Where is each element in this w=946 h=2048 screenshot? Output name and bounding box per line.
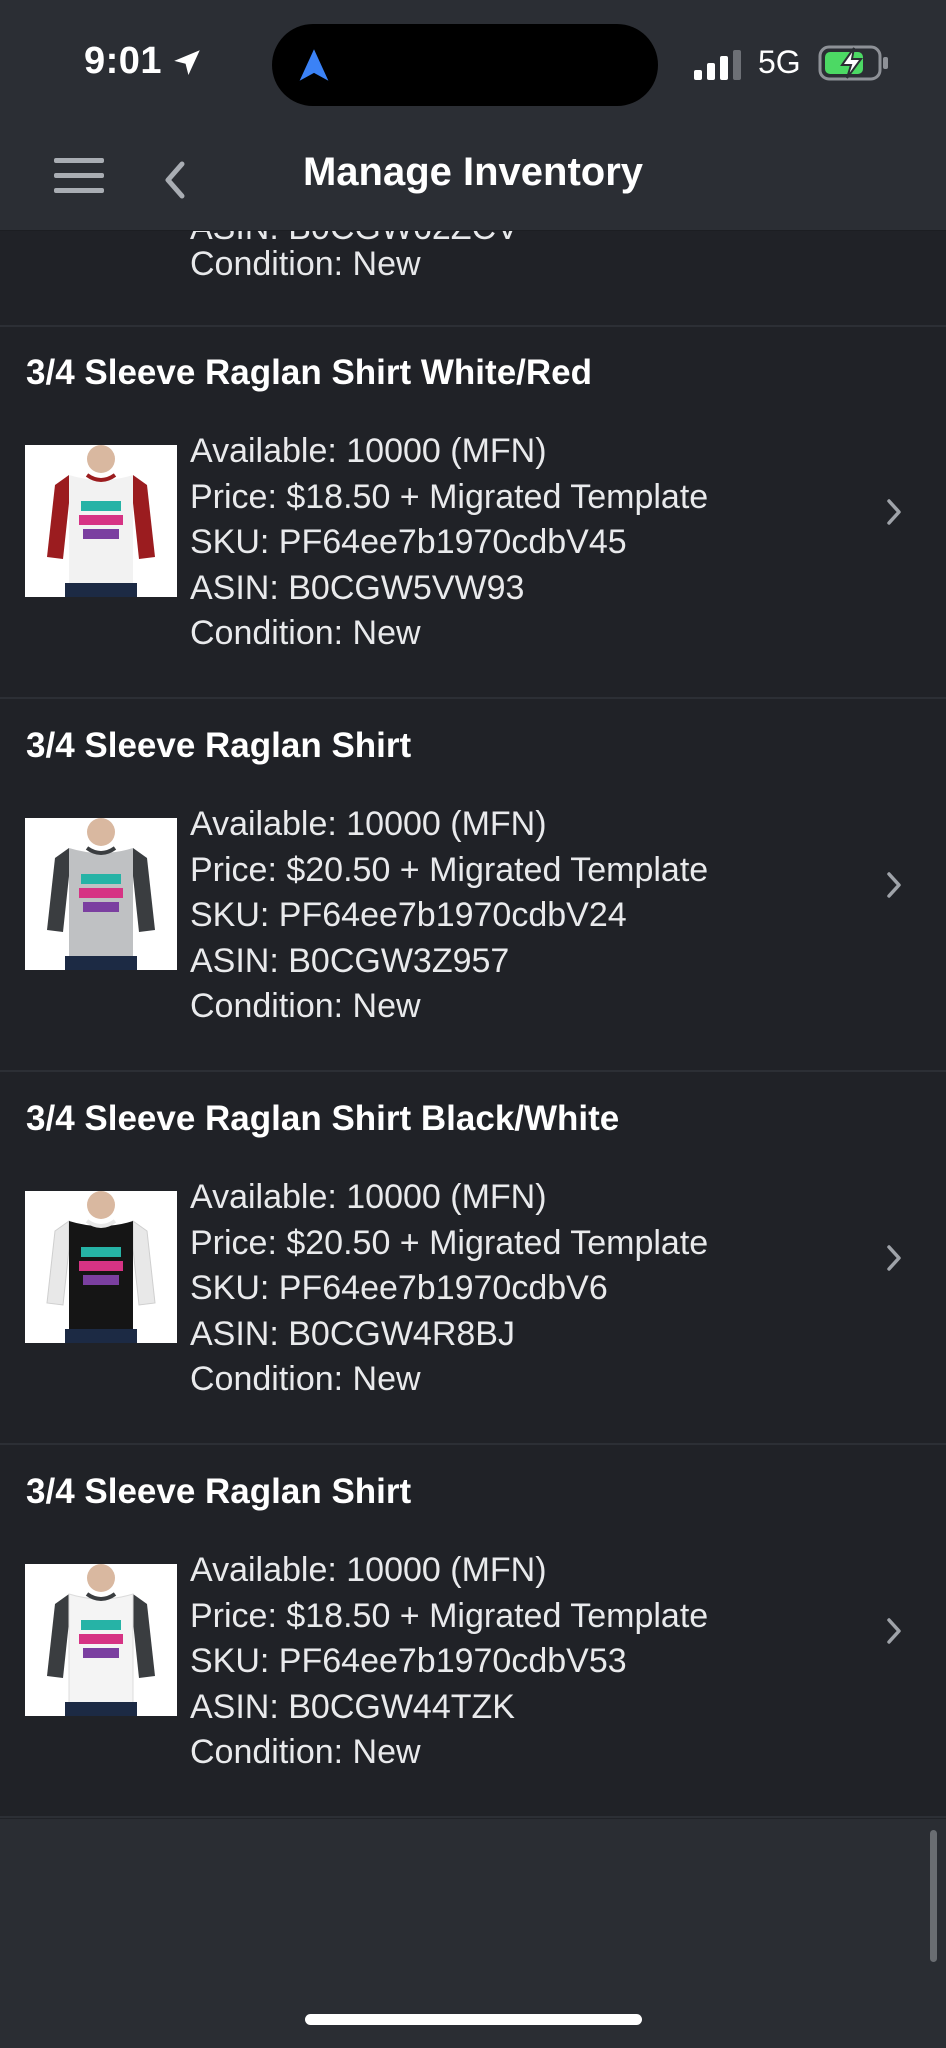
- item-sku: SKU: PF64ee7b1970cdbV53: [190, 1642, 627, 1680]
- item-title: 3/4 Sleeve Raglan Shirt Black/White: [26, 1099, 620, 1138]
- shirt-image: [25, 1191, 177, 1343]
- scrollbar[interactable]: [930, 1830, 937, 1962]
- shirt-image: [25, 445, 177, 597]
- item-available: Available: 10000 (MFN): [190, 1551, 547, 1589]
- item-asin: ASIN: B0CGW44TZK: [190, 1687, 515, 1726]
- item-details: Available: 10000 (MFN) Price: $18.50 + M…: [190, 429, 708, 657]
- item-asin: ASIN: B0CGW3Z957: [190, 941, 510, 980]
- chevron-right-icon: [887, 872, 901, 898]
- item-title: 3/4 Sleeve Raglan Shirt: [26, 726, 412, 765]
- item-available: Available: 10000 (MFN): [190, 805, 547, 843]
- list-item[interactable]: 3/4 Sleeve Raglan Shirt White/Red Availa…: [0, 325, 946, 699]
- item-available: Available: 10000 (MFN): [190, 1178, 547, 1216]
- chevron-right-icon: [887, 1245, 901, 1271]
- list-item-partial[interactable]: ASIN: B0CGW62ZCV Condition: New: [0, 231, 946, 327]
- item-sku: SKU: PF64ee7b1970cdbV24: [190, 896, 627, 934]
- page-title: Manage Inventory: [302, 150, 644, 194]
- product-thumbnail: [25, 818, 177, 970]
- item-title: 3/4 Sleeve Raglan Shirt: [26, 1472, 412, 1511]
- inventory-list: ASIN: B0CGW62ZCV Condition: New 3/4 Slee…: [0, 231, 946, 1819]
- item-details: Available: 10000 (MFN) Price: $20.50 + M…: [190, 802, 708, 1030]
- item-available: Available: 10000 (MFN): [190, 432, 547, 470]
- item-condition: Condition: New: [190, 1733, 421, 1771]
- item-price: Price: $20.50 + Migrated Template: [190, 1223, 709, 1262]
- item-condition: Condition: New: [190, 1360, 421, 1398]
- network-type: 5G: [758, 44, 801, 80]
- location-arrow-icon: [174, 50, 200, 76]
- chevron-right-icon: [887, 499, 901, 525]
- signal-strength-icon: [694, 50, 741, 80]
- item-details: Available: 10000 (MFN) Price: $20.50 + M…: [190, 1175, 708, 1403]
- list-item[interactable]: 3/4 Sleeve Raglan Shirt Available: 10000…: [0, 698, 946, 1072]
- item-condition: Condition: New: [190, 614, 421, 652]
- status-time: 9:01: [84, 40, 163, 82]
- home-indicator[interactable]: [305, 2014, 642, 2025]
- item-price: Price: $18.50 + Migrated Template: [190, 1596, 709, 1635]
- product-thumbnail: [25, 1564, 177, 1716]
- item-condition: Condition: New: [190, 987, 421, 1025]
- item-sku: SKU: PF64ee7b1970cdbV6: [190, 1269, 608, 1307]
- item-asin: ASIN: B0CGW4R8BJ: [190, 1314, 515, 1353]
- battery-charging-icon: [818, 45, 888, 81]
- shirt-image: [25, 1564, 177, 1716]
- item-condition: Condition: New: [190, 245, 421, 283]
- item-details: Available: 10000 (MFN) Price: $18.50 + M…: [190, 1548, 708, 1776]
- list-item[interactable]: 3/4 Sleeve Raglan Shirt Black/White Avai…: [0, 1071, 946, 1445]
- product-thumbnail: [25, 1191, 177, 1343]
- item-price: Price: $18.50 + Migrated Template: [190, 477, 709, 516]
- list-item[interactable]: 3/4 Sleeve Raglan Shirt Available: 10000…: [0, 1444, 946, 1818]
- status-bar: 9:01 5G: [0, 0, 946, 130]
- item-price: Price: $20.50 + Migrated Template: [190, 850, 709, 889]
- item-asin: ASIN: B0CGW5VW93: [190, 568, 525, 607]
- item-title: 3/4 Sleeve Raglan Shirt White/Red: [26, 353, 592, 392]
- dynamic-island: [272, 24, 658, 106]
- chevron-right-icon: [887, 1618, 901, 1644]
- shirt-image: [25, 818, 177, 970]
- navigation-icon: [299, 49, 329, 81]
- item-sku: SKU: PF64ee7b1970cdbV45: [190, 523, 627, 561]
- product-thumbnail: [25, 445, 177, 597]
- nav-bar: Manage Inventory: [0, 130, 946, 231]
